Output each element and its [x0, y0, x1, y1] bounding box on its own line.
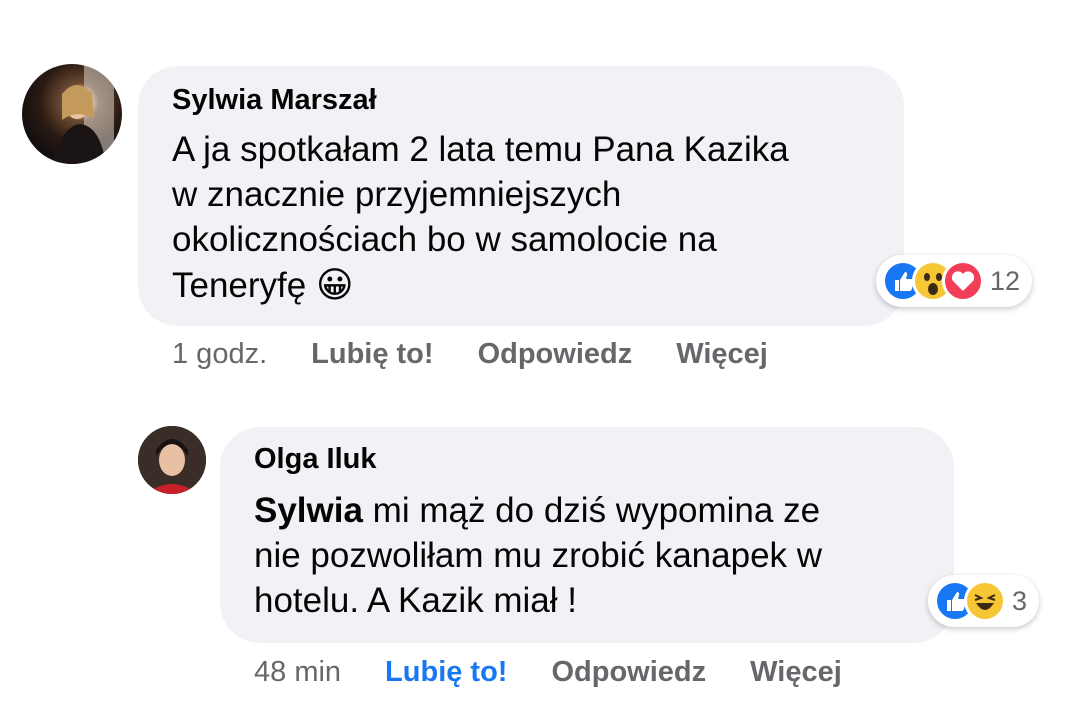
comment-text-line: okolicznościach bo w samolocie na [172, 220, 717, 259]
comment-text: Sylwia mi mąż do dziś wypomina ze nie po… [254, 488, 920, 623]
more-button[interactable]: Więcej [676, 338, 768, 371]
avatar-olga-image [138, 426, 206, 494]
grinning-emoji: 😀 [315, 264, 354, 305]
reaction-count: 3 [1012, 585, 1028, 616]
comment-actions: 48 min Lubię to! Odpowiedz Więcej [254, 656, 842, 689]
comment-text-line: mi mąż do dziś wypomina ze [362, 491, 821, 530]
comment-text-line: hotelu. A Kazik miał ! [254, 581, 577, 620]
reply-button[interactable]: Odpowiedz [478, 338, 633, 371]
reaction-summary[interactable]: 12 [876, 255, 1033, 307]
reaction-summary[interactable]: 3 [928, 575, 1040, 627]
avatar-olga[interactable] [138, 426, 206, 494]
comment-text: A ja spotkałam 2 lata temu Pana Kazika w… [172, 127, 870, 308]
like-button[interactable]: Lubię to! [311, 338, 433, 371]
comment-author[interactable]: Olga Iluk [254, 443, 920, 476]
comment-text-line: A ja spotkałam 2 lata temu Pana Kazika [172, 130, 789, 169]
more-button[interactable]: Więcej [750, 656, 842, 689]
comment-actions: 1 godz. Lubię to! Odpowiedz Więcej [172, 338, 768, 371]
comment-text-line: nie pozwoliłam mu zrobić kanapek w [254, 536, 823, 575]
comment-text-line: Teneryfę [172, 266, 307, 305]
avatar-sylwia-image [52, 64, 114, 164]
haha-icon [964, 580, 1006, 622]
comment-text-line: w znacznie przyjemniejszych [172, 175, 622, 214]
avatar-sylwia[interactable] [22, 64, 122, 164]
reply-bubble: Olga Iluk Sylwia mi mąż do dziś wypomina… [220, 427, 954, 643]
reaction-count: 12 [990, 265, 1021, 296]
comment-author[interactable]: Sylwia Marszał [172, 84, 870, 117]
reply-button[interactable]: Odpowiedz [551, 656, 706, 689]
love-icon [942, 260, 984, 302]
comment-time[interactable]: 1 godz. [172, 338, 267, 371]
comment-time[interactable]: 48 min [254, 656, 341, 689]
comment-bubble: Sylwia Marszał A ja spotkałam 2 lata tem… [138, 66, 904, 326]
like-button[interactable]: Lubię to! [385, 656, 507, 689]
mention-link[interactable]: Sylwia [254, 491, 363, 530]
